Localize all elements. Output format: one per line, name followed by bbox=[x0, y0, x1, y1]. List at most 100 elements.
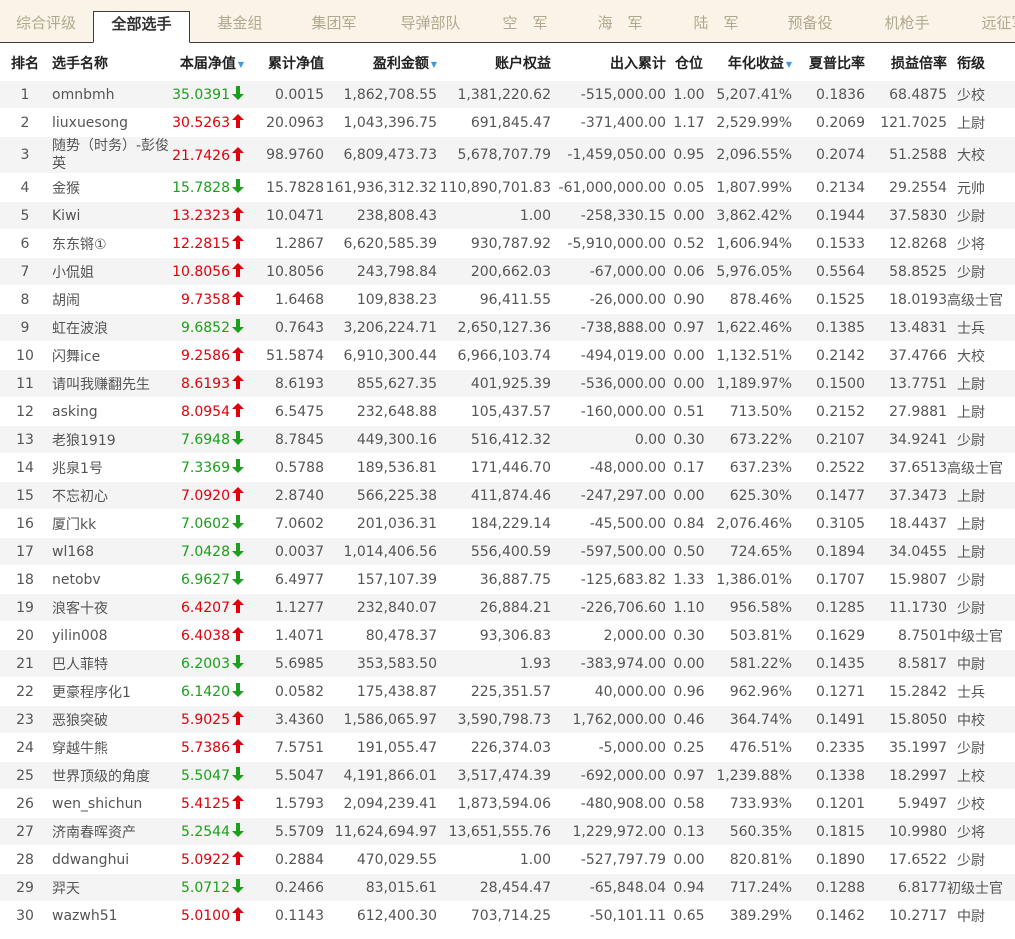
table-row[interactable]: 22 更豪程序化1 6.1420 0.0582 175,438.87 225,351.57… bbox=[0, 677, 1015, 706]
table-row[interactable]: 11 请叫我赚翻先生 8.6193 8.6193 855,627.35 401,925.3… bbox=[0, 369, 1015, 398]
col-header-flow[interactable]: 出入累计 bbox=[551, 46, 666, 81]
table-row[interactable]: 12 asking 8.0954 6.5475 232,648.88 105,437.57… bbox=[0, 397, 1015, 426]
table-row[interactable]: 1 omnbmh 35.0391 0.0015 1,862,708.55 1,381,22… bbox=[0, 80, 1015, 109]
col-header-name[interactable]: 选手名称 bbox=[50, 46, 172, 81]
tab-machine-gunner[interactable]: 机枪手 bbox=[878, 12, 936, 43]
cell-player-name[interactable]: asking bbox=[50, 397, 172, 426]
sort-down-icon[interactable]: ▼ bbox=[238, 60, 244, 69]
cell-player-name[interactable]: ddwanghui bbox=[50, 845, 172, 874]
table-row[interactable]: 17 wl168 7.0428 0.0037 1,014,406.56 556,400.5… bbox=[0, 537, 1015, 566]
tab-navy[interactable]: 海 军 bbox=[594, 12, 646, 43]
cell-player-name[interactable]: 厦门kk bbox=[50, 509, 172, 538]
cell-player-name[interactable]: 济南春晖资产 bbox=[50, 817, 172, 846]
cell-player-name[interactable]: 兆泉1号 bbox=[50, 453, 172, 482]
table-row[interactable]: 9 虹在波浪 9.6852 0.7643 3,206,224.71 2,650,127.3… bbox=[0, 313, 1015, 342]
table-row[interactable]: 24 穿越牛熊 5.7386 7.5751 191,055.47 226,374.03 -5… bbox=[0, 733, 1015, 762]
tab-air-force[interactable]: 空 军 bbox=[499, 12, 551, 43]
cell-player-name[interactable]: liuxuesong bbox=[50, 108, 172, 137]
cell-player-name[interactable]: 恶狼突破 bbox=[50, 705, 172, 734]
sort-down-icon[interactable]: ▼ bbox=[431, 60, 437, 69]
arrow-down-icon bbox=[232, 543, 244, 557]
cell-rank: 15 bbox=[0, 481, 50, 510]
tab-overall-rating[interactable]: 综合评级 bbox=[12, 12, 80, 43]
table-row[interactable]: 26 wen_shichun 5.4125 1.5793 2,094,239.41 1,8… bbox=[0, 789, 1015, 818]
cell-player-name[interactable]: omnbmh bbox=[50, 80, 172, 109]
col-header-title[interactable]: 衔级 bbox=[947, 46, 1015, 81]
tab-fund-group[interactable]: 基金组 bbox=[212, 12, 268, 43]
tab-group-army[interactable]: 集团军 bbox=[303, 12, 365, 43]
table-row[interactable]: 14 兆泉1号 7.3369 0.5788 189,536.81 171,446.70 -4… bbox=[0, 453, 1015, 482]
cell-player-name[interactable]: 东东锵① bbox=[50, 229, 172, 258]
cell-player-name[interactable]: Kiwi bbox=[50, 201, 172, 230]
table-row[interactable]: 29 羿天 5.0712 0.2466 83,015.61 28,454.47 -65,84… bbox=[0, 873, 1015, 902]
col-header-cum-nav[interactable]: 累计净值 bbox=[244, 46, 324, 81]
table-row[interactable]: 4 金猴 15.7828 15.7828 161,936,312.32 110,890,7… bbox=[0, 173, 1015, 202]
table-row[interactable]: 20 yilin008 6.4038 1.4071 80,478.37 93,306.83… bbox=[0, 621, 1015, 650]
tab-reserve[interactable]: 预备役 bbox=[782, 12, 838, 43]
table-row[interactable]: 8 胡闹 9.7358 1.6468 109,838.23 96,411.55 -26,00… bbox=[0, 285, 1015, 314]
cell-player-name[interactable]: yilin008 bbox=[50, 621, 172, 650]
cell-player-name[interactable]: 金猴 bbox=[50, 173, 172, 202]
tab-army[interactable]: 陆 军 bbox=[690, 12, 742, 43]
cell-player-name[interactable]: wazwh51 bbox=[50, 901, 172, 929]
table-row[interactable]: 21 巴人菲特 6.2003 5.6985 353,583.50 1.93 -383,974… bbox=[0, 649, 1015, 678]
sort-down-icon[interactable]: ▼ bbox=[786, 60, 792, 69]
cell-player-name[interactable]: 浪客十夜 bbox=[50, 593, 172, 622]
col-header-annual[interactable]: 年化收益 ▼ bbox=[712, 46, 792, 81]
table-row[interactable]: 25 世界顶级的角度 5.5047 5.5047 4,191,866.01 3,517,4… bbox=[0, 761, 1015, 790]
cell-rank: 19 bbox=[0, 593, 50, 622]
cell-player-name[interactable]: 随势（时务）-彭俊英 bbox=[50, 136, 172, 174]
cell-player-name[interactable]: netobv bbox=[50, 565, 172, 594]
cell-player-name[interactable]: 老狼1919 bbox=[50, 425, 172, 454]
col-header-pl-ratio[interactable]: 损益倍率 bbox=[865, 46, 947, 81]
table-row[interactable]: 6 东东锵① 12.2815 1.2867 6,620,585.39 930,787.92… bbox=[0, 229, 1015, 258]
cell-pl-ratio: 27.9881 bbox=[865, 397, 947, 426]
cell-player-name[interactable]: wen_shichun bbox=[50, 789, 172, 818]
cell-cum-nav: 1.1277 bbox=[244, 593, 324, 622]
cell-player-name[interactable]: 请叫我赚翻先生 bbox=[50, 369, 172, 398]
table-row[interactable]: 10 闪舞ice 9.2586 51.5874 6,910,300.44 6,966,10… bbox=[0, 341, 1015, 370]
table-row[interactable]: 7 小侃姐 10.8056 10.8056 243,798.84 200,662.03 -6… bbox=[0, 257, 1015, 286]
cell-rank-title: 高级士官 bbox=[947, 453, 1015, 482]
nav-value: 30.5263 bbox=[172, 115, 230, 131]
table-row[interactable]: 2 liuxuesong 30.5263 20.0963 1,043,396.75 691… bbox=[0, 108, 1015, 137]
cell-player-name[interactable]: 小侃姐 bbox=[50, 257, 172, 286]
table-row[interactable]: 18 netobv 6.9627 6.4977 157,107.39 36,887.75-… bbox=[0, 565, 1015, 594]
col-header-profit-label: 盈利金额 bbox=[372, 56, 429, 72]
col-header-profit[interactable]: 盈利金额 ▼ bbox=[324, 46, 437, 81]
tab-all-players[interactable]: 全部选手 bbox=[93, 11, 190, 43]
col-header-nav[interactable]: 本届净值 ▼ bbox=[172, 46, 244, 81]
table-row[interactable]: 13 老狼1919 7.6948 8.7845 449,300.16 516,412.32… bbox=[0, 425, 1015, 454]
cell-player-name[interactable]: 不忘初心 bbox=[50, 481, 172, 510]
table-row[interactable]: 30 wazwh51 5.0100 0.1143 612,400.30 703,714.2… bbox=[0, 901, 1015, 929]
cell-player-name[interactable]: 胡闹 bbox=[50, 285, 172, 314]
col-header-equity[interactable]: 账户权益 bbox=[437, 46, 551, 81]
col-header-rank[interactable]: 排名 bbox=[0, 46, 50, 81]
cell-player-name[interactable]: 穿越牛熊 bbox=[50, 733, 172, 762]
cell-equity: 1,873,594.06 bbox=[437, 789, 551, 818]
cell-player-name[interactable]: 世界顶级的角度 bbox=[50, 761, 172, 790]
table-row[interactable]: 27 济南春晖资产 5.2544 5.5709 11,624,694.97 13,651,… bbox=[0, 817, 1015, 846]
col-header-sharpe[interactable]: 夏普比率 bbox=[792, 46, 865, 81]
tab-missile-force[interactable]: 导弹部队 bbox=[393, 12, 468, 43]
table-row[interactable]: 19 浪客十夜 6.4207 1.1277 232,840.07 26,884.21 -22… bbox=[0, 593, 1015, 622]
cell-player-name[interactable]: 羿天 bbox=[50, 873, 172, 902]
cell-player-name[interactable]: 更豪程序化1 bbox=[50, 677, 172, 706]
cell-pl-ratio: 35.1997 bbox=[865, 733, 947, 762]
cell-player-name[interactable]: 虹在波浪 bbox=[50, 313, 172, 342]
table-row[interactable]: 28 ddwanghui 5.0922 0.2884 470,029.55 1.00 -52… bbox=[0, 845, 1015, 874]
cell-rank-title: 高级士官 bbox=[947, 285, 1015, 314]
table-row[interactable]: 3 随势（时务）-彭俊英 21.7426 98.9760 6,809,473.73 5,6… bbox=[0, 136, 1015, 174]
cell-flow: -48,000.00 bbox=[551, 453, 666, 482]
cell-player-name[interactable]: 巴人菲特 bbox=[50, 649, 172, 678]
table-row[interactable]: 5 Kiwi 13.2323 10.0471 238,808.43 1.00 -258,33… bbox=[0, 201, 1015, 230]
table-row[interactable]: 23 恶狼突破 5.9025 3.4360 1,586,065.97 3,590,798.… bbox=[0, 705, 1015, 734]
cell-player-name[interactable]: wl168 bbox=[50, 537, 172, 566]
table-row[interactable]: 16 厦门kk 7.0602 7.0602 201,036.31 184,229.14 -4… bbox=[0, 509, 1015, 538]
tab-expeditionary-force[interactable]: 远征军 bbox=[974, 12, 1015, 43]
arrow-up-icon bbox=[232, 263, 244, 277]
nav-value: 7.0428 bbox=[181, 544, 230, 560]
col-header-position[interactable]: 仓位 bbox=[666, 46, 712, 81]
table-row[interactable]: 15 不忘初心 7.0920 2.8740 566,225.38 411,874.46 -2… bbox=[0, 481, 1015, 510]
cell-player-name[interactable]: 闪舞ice bbox=[50, 341, 172, 370]
